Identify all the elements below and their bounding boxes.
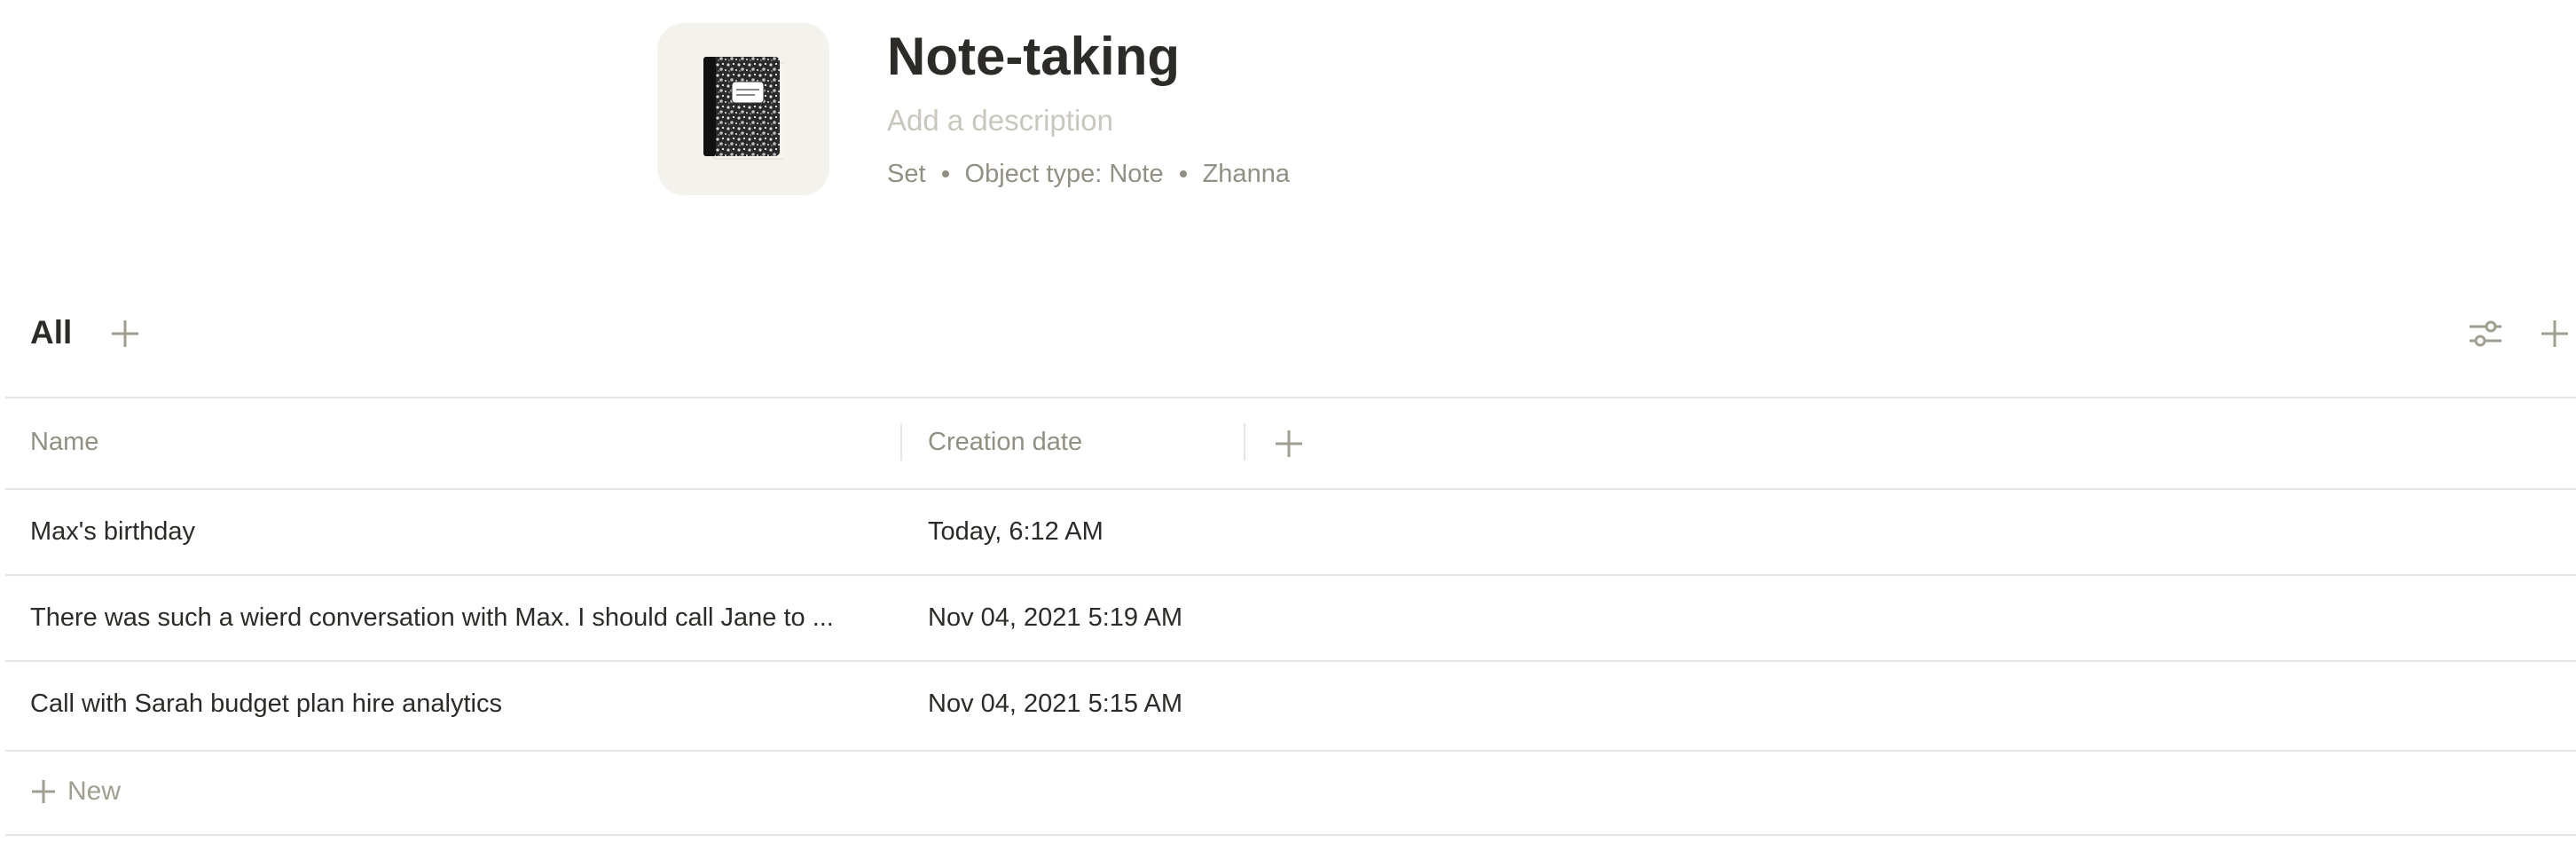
add-record-button[interactable] bbox=[2535, 314, 2574, 353]
set-icon-tile[interactable] bbox=[657, 23, 829, 195]
add-column-button[interactable] bbox=[1270, 425, 1308, 462]
add-view-button[interactable] bbox=[106, 315, 144, 352]
set-page: Note-taking Add a description Set Object… bbox=[0, 0, 2576, 859]
meta-author[interactable]: Zhanna bbox=[1203, 158, 1290, 190]
new-record-label: New bbox=[67, 776, 122, 806]
row-name-cell[interactable]: There was such a wierd conversation with… bbox=[30, 602, 834, 634]
set-meta: Set Object type: Note Zhanna bbox=[887, 158, 1290, 190]
table-top-divider bbox=[5, 397, 2576, 398]
description-placeholder[interactable]: Add a description bbox=[887, 103, 1113, 138]
plus-icon bbox=[32, 780, 55, 803]
row-date-cell[interactable]: Nov 04, 2021 5:19 AM bbox=[928, 602, 1182, 634]
meta-object-type[interactable]: Object type: Note bbox=[965, 158, 1164, 190]
plus-icon bbox=[112, 320, 138, 347]
row-divider bbox=[5, 660, 2576, 662]
row-date-cell[interactable]: Today, 6:12 AM bbox=[928, 516, 1103, 548]
meta-separator bbox=[1179, 170, 1187, 177]
new-record-button[interactable]: New bbox=[30, 776, 121, 808]
row-divider bbox=[5, 750, 2576, 752]
sliders-icon bbox=[2470, 320, 2501, 347]
plus-icon bbox=[1276, 430, 1302, 457]
view-settings-button[interactable] bbox=[2466, 314, 2505, 353]
column-header-name[interactable]: Name bbox=[30, 426, 98, 458]
column-resize-handle[interactable] bbox=[1244, 423, 1245, 461]
column-resize-handle[interactable] bbox=[900, 423, 902, 461]
composition-notebook-icon bbox=[703, 57, 785, 160]
row-name-cell[interactable]: Call with Sarah budget plan hire analyti… bbox=[30, 688, 502, 720]
row-divider bbox=[5, 574, 2576, 576]
meta-kind: Set bbox=[887, 160, 926, 188]
set-title[interactable]: Note-taking bbox=[887, 25, 1180, 89]
header-divider bbox=[5, 488, 2576, 490]
plus-icon bbox=[2541, 320, 2568, 347]
meta-separator bbox=[941, 170, 949, 177]
row-date-cell[interactable]: Nov 04, 2021 5:15 AM bbox=[928, 688, 1182, 720]
row-name-cell[interactable]: Max's birthday bbox=[30, 516, 195, 548]
view-tab-all[interactable]: All bbox=[30, 312, 72, 353]
column-header-creation-date[interactable]: Creation date bbox=[928, 426, 1082, 458]
table-bottom-divider bbox=[5, 834, 2576, 836]
